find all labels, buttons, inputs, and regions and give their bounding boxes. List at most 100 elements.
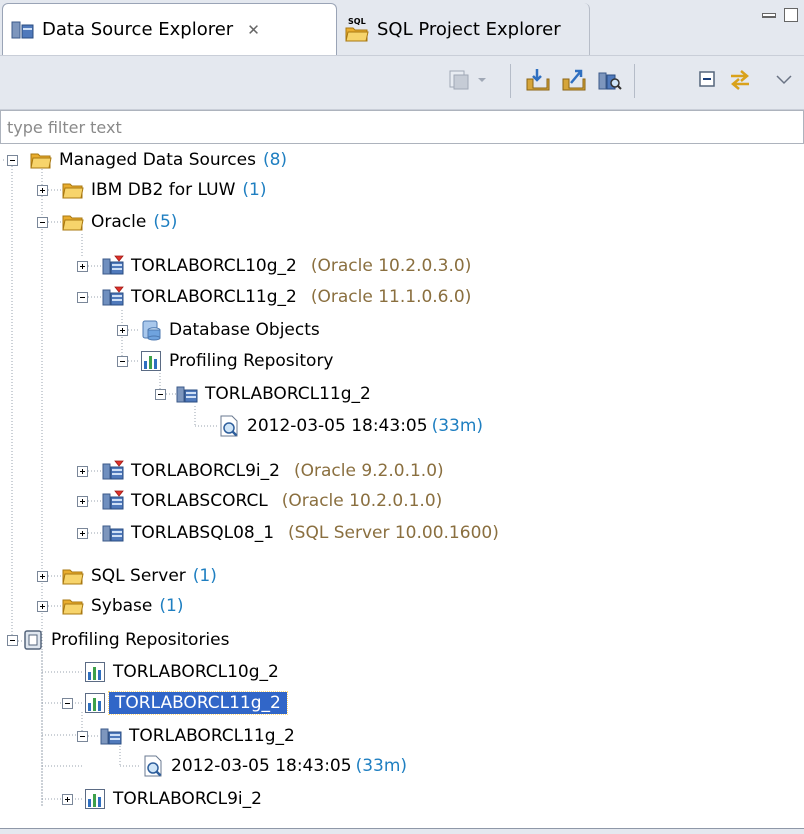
expand-toggle[interactable]: [37, 571, 48, 582]
database-search-icon[interactable]: [596, 66, 624, 94]
node-detail: (Oracle 11.1.0.6.0): [310, 287, 472, 307]
node-label: TORLABORCL10g_2: [131, 256, 297, 276]
expand-toggle[interactable]: [117, 325, 128, 336]
node-count: (1): [242, 180, 267, 200]
node-detail: (Oracle 10.2.0.3.0): [310, 256, 472, 276]
database-server-icon: [100, 725, 122, 747]
tree-node-database-objects[interactable]: Database Objects: [140, 316, 320, 344]
repository-icon: [22, 629, 44, 651]
node-count: (1): [159, 596, 184, 616]
tree-node-connection[interactable]: TORLABSQL08_1 (SQL Server 10.00.1600): [102, 519, 499, 547]
tree-node-repository[interactable]: TORLABORCL9i_2: [84, 785, 262, 813]
chart-icon: [140, 350, 162, 372]
tree-node-profiling-run[interactable]: 2012-03-05 18:43:05 (33m): [142, 752, 407, 780]
node-count: (33m): [355, 756, 408, 776]
oracle-connection-icon: [102, 490, 124, 512]
expand-toggle[interactable]: [62, 794, 73, 805]
tab-label: SQL Project Explorer: [377, 18, 561, 40]
filter-input[interactable]: [0, 110, 804, 144]
node-label: Sybase: [91, 596, 153, 616]
sql-project-icon: SQL: [345, 17, 369, 42]
collapse-toggle[interactable]: [37, 217, 48, 228]
toolbar-separator: [634, 64, 635, 98]
chart-icon: [84, 661, 106, 683]
view-controls: [762, 8, 798, 22]
node-detail: (Oracle 10.2.0.1.0): [281, 491, 443, 511]
node-label: TORLABSQL08_1: [131, 523, 275, 543]
expand-toggle[interactable]: [77, 496, 88, 507]
collapse-toggle[interactable]: [7, 635, 18, 646]
link-with-editor-icon[interactable]: [726, 66, 754, 94]
node-count: (33m): [431, 416, 484, 436]
oracle-connection-icon: [102, 460, 124, 482]
tree-node-repository[interactable]: TORLABORCL10g_2: [84, 658, 279, 686]
node-label: TORLABORCL10g_2: [113, 662, 279, 682]
tree-node-repository-connection[interactable]: TORLABORCL11g_2: [100, 722, 295, 750]
maximize-view-icon[interactable]: [784, 8, 798, 22]
collapse-all-icon[interactable]: [694, 66, 722, 94]
node-count: (5): [153, 212, 178, 232]
node-detail: (Oracle 9.2.0.1.0): [293, 461, 444, 481]
folder-icon: [62, 595, 84, 617]
tree-node-connection[interactable]: TORLABORCL11g_2 (Oracle 11.1.0.6.0): [102, 283, 471, 311]
database-server-icon: [102, 522, 124, 544]
node-label: TORLABORCL11g_2: [131, 287, 297, 307]
expand-toggle[interactable]: [77, 528, 88, 539]
node-label: TORLABORCL9i_2: [113, 789, 262, 809]
node-label: Profiling Repository: [169, 351, 334, 371]
chart-icon: [84, 788, 106, 810]
tree-node-profiling-repository[interactable]: Profiling Repository: [140, 347, 334, 375]
collapse-toggle[interactable]: [155, 389, 166, 400]
expand-toggle[interactable]: [77, 466, 88, 477]
node-label: TORLABORCL11g_2: [108, 691, 288, 715]
tab-sql-project-explorer[interactable]: SQL SQL Project Explorer: [340, 3, 590, 55]
minimize-view-icon[interactable]: [762, 13, 776, 18]
tree-node-oracle[interactable]: Oracle (5): [62, 208, 177, 236]
expand-toggle[interactable]: [37, 185, 48, 196]
view-toolbar: [0, 56, 804, 110]
view-bottom-border: [0, 828, 804, 834]
view-menu-icon[interactable]: [770, 66, 798, 94]
tree-node-connection[interactable]: TORLABORCL10g_2 (Oracle 10.2.0.3.0): [102, 252, 471, 280]
sql-badge: SQL: [348, 17, 366, 26]
node-label: Managed Data Sources: [59, 150, 256, 170]
node-count: (8): [262, 150, 288, 170]
tree-node-repository-connection[interactable]: TORLABORCL11g_2: [176, 380, 371, 408]
export-icon[interactable]: [560, 66, 588, 94]
node-label: Profiling Repositories: [51, 630, 230, 650]
database-server-icon: [176, 383, 198, 405]
folder-icon: [62, 565, 84, 587]
collapse-dropdown-icon[interactable]: [446, 66, 492, 94]
tree-node-sybase[interactable]: Sybase (1): [62, 592, 183, 620]
tree-node-repository-selected[interactable]: TORLABORCL11g_2: [84, 689, 288, 717]
collapse-toggle[interactable]: [117, 356, 128, 367]
collapse-toggle[interactable]: [7, 155, 18, 166]
import-icon[interactable]: [524, 66, 552, 94]
tree-node-ibm-db2[interactable]: IBM DB2 for LUW (1): [62, 176, 266, 204]
node-label: 2012-03-05 18:43:05: [247, 416, 428, 436]
collapse-toggle[interactable]: [77, 292, 88, 303]
tree-node-profiling-run[interactable]: 2012-03-05 18:43:05 (33m): [218, 412, 483, 440]
oracle-connection-icon: [102, 255, 124, 277]
close-tab-icon[interactable]: ✕: [247, 21, 260, 39]
folder-icon: [30, 149, 52, 171]
tree-node-sql-server[interactable]: SQL Server (1): [62, 562, 217, 590]
tree-node-profiling-repositories[interactable]: Profiling Repositories: [22, 626, 229, 654]
node-label: IBM DB2 for LUW: [91, 180, 236, 200]
node-label: TORLABSCORCL: [131, 491, 268, 511]
node-label: TORLABORCL9i_2: [131, 461, 280, 481]
node-label: Oracle: [91, 212, 147, 232]
tree-node-connection[interactable]: TORLABORCL9i_2 (Oracle 9.2.0.1.0): [102, 457, 444, 485]
profiling-run-icon: [218, 415, 240, 437]
node-label: TORLABORCL11g_2: [205, 384, 371, 404]
tree-node-managed-data-sources[interactable]: Managed Data Sources (8): [30, 146, 287, 174]
tab-data-source-explorer[interactable]: Data Source Explorer ✕: [2, 3, 337, 55]
collapse-toggle[interactable]: [77, 731, 88, 742]
collapse-toggle[interactable]: [62, 698, 73, 709]
expand-toggle[interactable]: [77, 261, 88, 272]
node-detail: (SQL Server 10.00.1600): [288, 523, 499, 543]
expand-toggle[interactable]: [37, 601, 48, 612]
node-label: Database Objects: [169, 320, 320, 340]
view-tab-bar: Data Source Explorer ✕ SQL SQL Project E…: [0, 0, 804, 56]
tree-node-connection[interactable]: TORLABSCORCL (Oracle 10.2.0.1.0): [102, 487, 442, 515]
